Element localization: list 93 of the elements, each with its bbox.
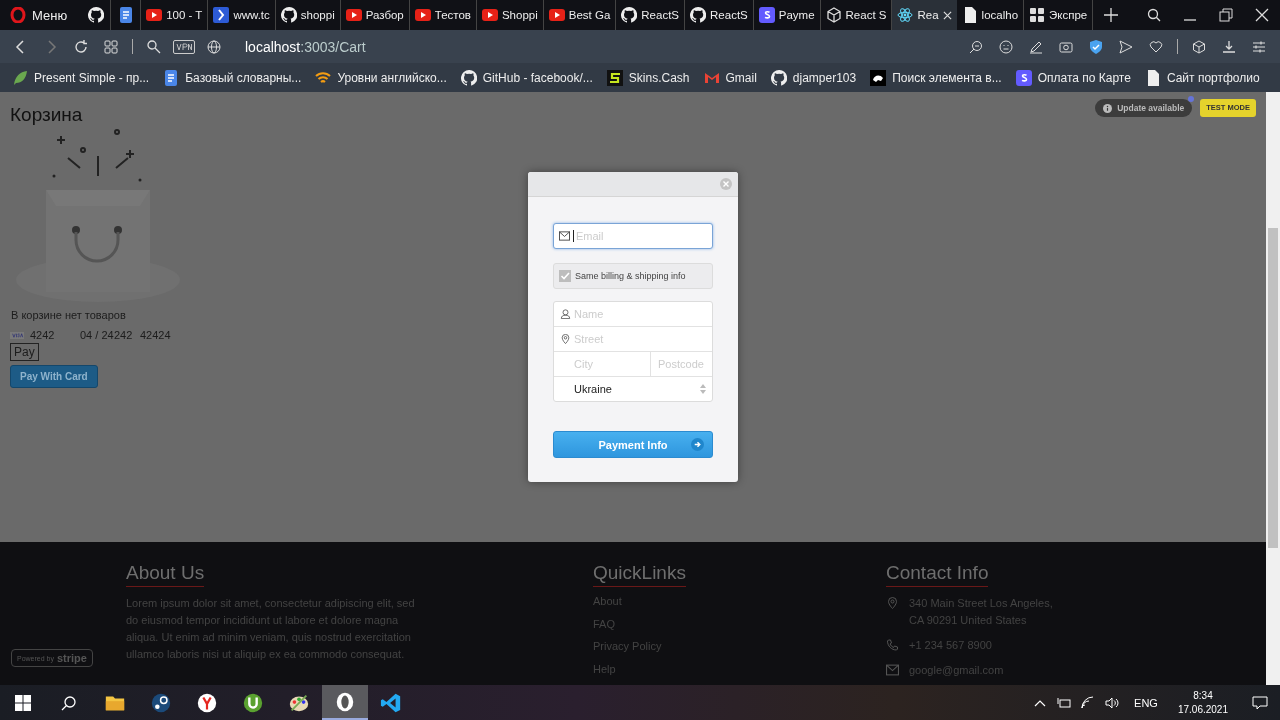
grid-icon <box>1029 7 1046 23</box>
opera-icon <box>334 690 356 713</box>
phone-icon <box>886 639 899 651</box>
close-icon[interactable] <box>1255 8 1269 22</box>
download-icon[interactable] <box>1222 39 1236 54</box>
empty-cart-message: В корзине нет товаров <box>11 309 126 321</box>
close-icon[interactable] <box>942 10 952 20</box>
location-icon <box>560 334 571 344</box>
restore-icon[interactable] <box>1219 8 1233 22</box>
settings-icon[interactable] <box>1252 39 1266 54</box>
play-icon <box>548 7 565 23</box>
windows-icon[interactable] <box>15 694 31 711</box>
update-badge[interactable]: Update available <box>1095 99 1193 117</box>
bookmark-link[interactable]: Поиск элемента в... <box>870 69 1002 86</box>
leaf-icon <box>12 69 28 86</box>
menu-button[interactable]: Меню <box>0 7 82 23</box>
steam-icon <box>150 691 172 714</box>
page-title: Корзина <box>10 104 83 126</box>
footer-heading: QuickLinks <box>593 562 686 587</box>
bookmark-link[interactable]: Skins.Cash <box>606 69 690 86</box>
play-icon <box>345 7 362 23</box>
info-icon <box>1103 103 1113 113</box>
card-brand-icon <box>10 331 24 339</box>
check-icon <box>560 271 570 281</box>
person-icon <box>560 309 571 319</box>
opera-icon <box>10 7 26 23</box>
cube-icon <box>825 7 842 23</box>
code-editor-icon <box>380 691 402 714</box>
document-icon <box>163 69 180 86</box>
search-icon[interactable] <box>61 694 77 711</box>
text-cursor <box>573 230 574 242</box>
cube-icon[interactable] <box>1192 39 1206 54</box>
send-icon[interactable] <box>1119 39 1133 54</box>
taskbar-app[interactable] <box>322 685 368 720</box>
github-icon <box>621 7 638 23</box>
arrow-icon <box>691 438 704 451</box>
language-indicator[interactable]: ENG <box>1134 696 1158 709</box>
zoom-icon[interactable] <box>969 39 983 54</box>
globe-icon[interactable] <box>207 39 221 54</box>
bookmark-link[interactable]: Сайт портфолио <box>1144 69 1260 86</box>
sort-arrows-icon <box>700 384 706 394</box>
document-icon <box>117 7 134 23</box>
grid-icon[interactable] <box>104 39 118 54</box>
edit-icon[interactable] <box>1029 39 1043 54</box>
search-icon[interactable] <box>1147 8 1161 22</box>
stripe-icon <box>758 7 775 23</box>
github-icon <box>280 7 297 23</box>
reload-icon[interactable] <box>74 39 88 54</box>
mail-icon <box>886 664 899 676</box>
key-icon[interactable] <box>147 39 161 54</box>
emoji-icon[interactable] <box>999 39 1013 54</box>
notification-dot <box>1188 96 1195 102</box>
heart-icon[interactable] <box>1149 39 1163 54</box>
clock[interactable]: 8:34 17.06.2021 <box>1177 688 1228 717</box>
scrollbar[interactable] <box>1266 92 1280 685</box>
address-field[interactable]: localhost:3003/Cart <box>245 38 366 55</box>
bookmark-icon <box>870 69 887 86</box>
bookmark-icon <box>606 69 623 86</box>
browser-icon <box>196 691 218 714</box>
same-billing-checkbox[interactable]: Same billing & shipping info <box>553 263 713 289</box>
footer-heading: About Us <box>126 562 205 587</box>
country-select[interactable]: Ukraine <box>554 377 712 401</box>
bookmark-link[interactable]: djamper103 <box>770 69 857 86</box>
bookmark-link[interactable]: Present Simple - пр... <box>12 69 150 86</box>
bookmark-icon <box>213 7 230 23</box>
stripe-icon <box>1015 69 1032 86</box>
vpn-icon[interactable] <box>173 39 195 54</box>
github-icon <box>87 7 104 23</box>
volume-icon[interactable] <box>1105 695 1120 710</box>
battery-icon[interactable] <box>1057 695 1072 710</box>
bookmark-link[interactable]: Оплата по Карте <box>1015 69 1131 86</box>
plus-icon[interactable] <box>1104 8 1119 22</box>
bookmark-link[interactable]: Gmail <box>703 69 757 86</box>
play-icon <box>481 7 498 23</box>
bookmark-link[interactable]: Базовый словарны... <box>163 69 302 86</box>
browser-tab[interactable]: Rea <box>892 0 957 30</box>
location-icon <box>886 597 899 609</box>
bookmark-link[interactable]: Уровни английско... <box>315 69 447 86</box>
checkbox[interactable] <box>559 270 571 282</box>
github-icon <box>690 7 707 23</box>
bookmark-link[interactable]: GitHub - facebook/... <box>460 69 593 86</box>
shield-icon[interactable] <box>1089 39 1103 54</box>
github-icon <box>770 69 787 86</box>
github-icon <box>460 69 477 86</box>
notifications-icon[interactable] <box>1252 694 1268 711</box>
atom-icon <box>897 7 914 23</box>
footer-heading: Contact Info <box>886 562 989 587</box>
camera-icon[interactable] <box>1059 39 1073 54</box>
mail-icon <box>559 231 570 241</box>
play-icon <box>414 7 431 23</box>
play-icon <box>146 7 163 23</box>
signal-icon <box>315 69 332 86</box>
torrent-icon <box>242 691 264 714</box>
